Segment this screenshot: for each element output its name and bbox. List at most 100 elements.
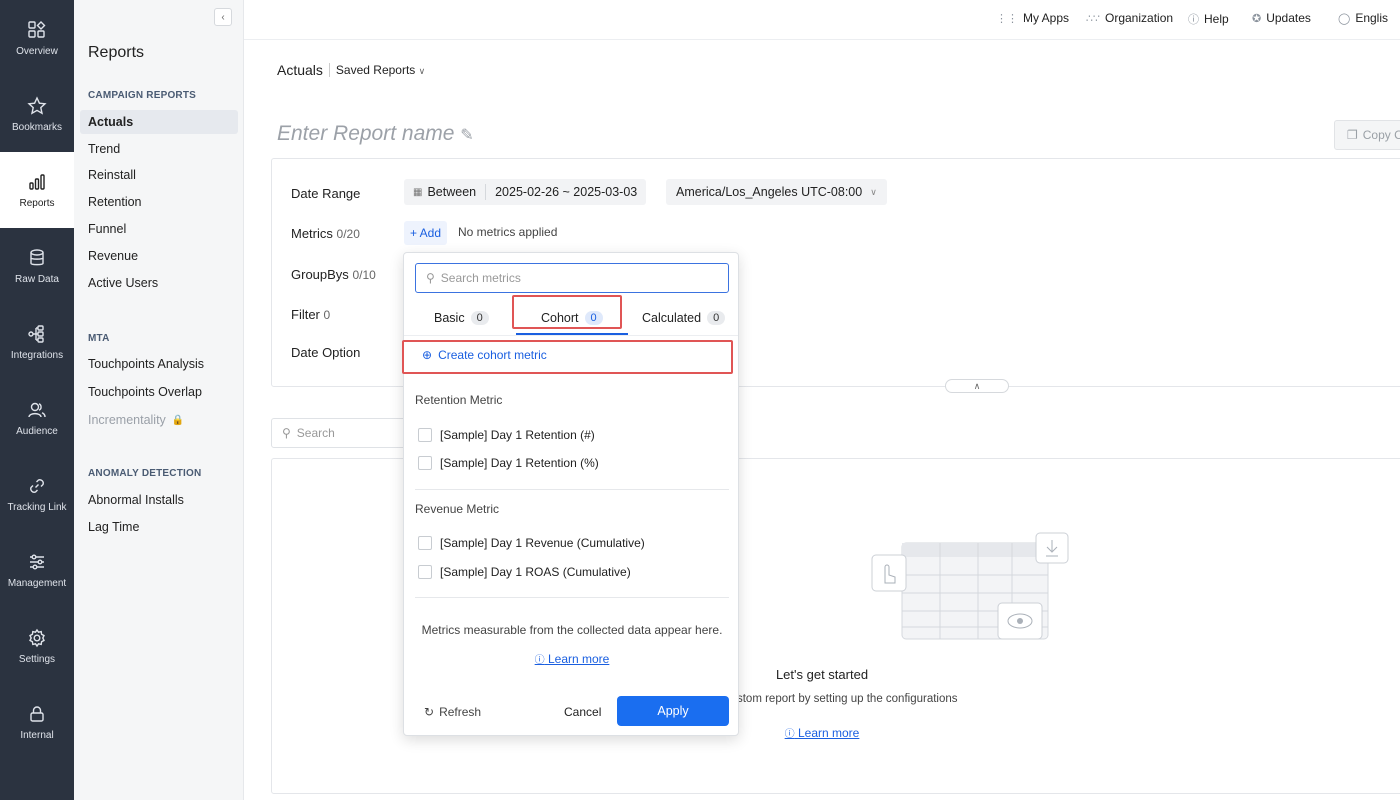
- organization-link[interactable]: ∴∵ Organization: [1086, 11, 1173, 25]
- nav-item-reinstall[interactable]: Reinstall: [80, 163, 238, 187]
- language-selector[interactable]: ◯ Englis: [1338, 11, 1388, 25]
- rail-item-raw-data[interactable]: Raw Data: [0, 228, 74, 304]
- date-range-label: Date Range: [291, 186, 361, 201]
- lock-icon: [30, 705, 44, 722]
- saved-reports-dropdown[interactable]: Saved Reports ∨: [336, 63, 425, 77]
- timezone-label: America/Los_Angeles UTC-08:00: [676, 185, 863, 199]
- gear-icon: [29, 628, 45, 647]
- revenue-metric-group-title: Revenue Metric: [415, 502, 500, 516]
- cohort-tab-highlight: [512, 295, 622, 329]
- metric-checkbox-item[interactable]: [Sample] Day 1 ROAS (Cumulative): [418, 565, 631, 579]
- rail-label: Audience: [16, 425, 58, 437]
- rail-label: Management: [7, 577, 67, 589]
- collapse-config-button[interactable]: ∧: [945, 379, 1009, 393]
- my-apps-label: My Apps: [1023, 11, 1070, 25]
- copy-button[interactable]: ❐ Copy C: [1334, 120, 1400, 150]
- cancel-button[interactable]: Cancel: [564, 705, 601, 719]
- nav-item-actuals[interactable]: Actuals: [80, 110, 238, 134]
- rail-label: Raw Data: [15, 273, 59, 285]
- nav-item-trend[interactable]: Trend: [80, 137, 238, 161]
- filter-count: 0: [323, 308, 331, 322]
- organization-icon: ∴∵: [1086, 12, 1100, 25]
- my-apps-link[interactable]: ⋮⋮ My Apps: [996, 11, 1069, 25]
- timezone-selector[interactable]: America/Los_Angeles UTC-08:00 ∨: [666, 179, 887, 205]
- updates-link[interactable]: ✪ Updates: [1252, 11, 1311, 25]
- nav-item-incrementality: Incrementality 🔒: [80, 408, 238, 432]
- report-search-input[interactable]: ⚲ Search: [271, 418, 411, 448]
- help-icon: ⓘ: [1188, 14, 1199, 26]
- report-name-field[interactable]: Enter Report name ✎: [277, 122, 474, 146]
- rail-item-audience[interactable]: Audience: [0, 380, 74, 456]
- search-icon: ⚲: [282, 426, 291, 440]
- rail-item-overview[interactable]: Overview: [0, 0, 74, 76]
- subnav-title: Reports: [88, 44, 145, 61]
- breadcrumb: Actuals Saved Reports ∨: [277, 62, 425, 78]
- nav-item-retention[interactable]: Retention: [80, 190, 238, 214]
- rail-item-integrations[interactable]: Integrations: [0, 304, 74, 380]
- metric-checkbox-item[interactable]: [Sample] Day 1 Retention (%): [418, 456, 599, 470]
- nav-item-touchpoints-analysis[interactable]: Touchpoints Analysis: [80, 352, 238, 376]
- help-link[interactable]: ⓘ Help: [1188, 11, 1229, 27]
- breadcrumb-current: Actuals: [277, 62, 323, 78]
- rail-label: Integrations: [10, 349, 64, 361]
- groupbys-label-text: GroupBys: [291, 267, 349, 282]
- nav-item-lag-time[interactable]: Lag Time: [80, 515, 238, 539]
- nav-item-revenue[interactable]: Revenue: [80, 244, 238, 268]
- metric-checkbox-item[interactable]: [Sample] Day 1 Revenue (Cumulative): [418, 536, 645, 550]
- add-metric-button[interactable]: + Add: [404, 221, 448, 245]
- checkbox[interactable]: [418, 428, 432, 442]
- rail-item-bookmarks[interactable]: Bookmarks: [0, 76, 74, 152]
- rail-item-reports[interactable]: Reports: [0, 152, 74, 228]
- groupbys-count: 0/10: [352, 268, 376, 282]
- refresh-label: Refresh: [439, 705, 482, 719]
- tab-basic[interactable]: Basic 0: [434, 307, 489, 329]
- rail-item-tracking-link[interactable]: Tracking Link: [0, 456, 74, 532]
- checkbox[interactable]: [418, 565, 432, 579]
- date-mode-selector[interactable]: ▦ Between: [404, 179, 485, 205]
- tab-calculated[interactable]: Calculated 0: [642, 307, 726, 329]
- tabs-divider: [404, 335, 738, 336]
- checkbox[interactable]: [418, 536, 432, 550]
- rail-item-management[interactable]: Management: [0, 532, 74, 608]
- integrations-icon: [28, 324, 44, 343]
- metrics-count: 0/20: [336, 227, 360, 241]
- nav-item-funnel[interactable]: Funnel: [80, 217, 238, 241]
- top-bar: ⋮⋮ My Apps ∴∵ Organization ⓘ Help ✪ Upda…: [244, 0, 1400, 40]
- help-label: Help: [1204, 12, 1229, 26]
- rail-label: Settings: [18, 653, 56, 665]
- metric-checkbox-item[interactable]: [Sample] Day 1 Retention (#): [418, 428, 595, 442]
- learn-more-label: Learn more: [797, 726, 860, 740]
- nav-item-active-users[interactable]: Active Users: [80, 271, 238, 295]
- metrics-label: Metrics 0/20: [291, 226, 360, 241]
- rail-item-internal[interactable]: Internal: [0, 684, 74, 760]
- retention-metric-group-title: Retention Metric: [415, 393, 503, 407]
- rail-label: Reports: [19, 197, 55, 209]
- refresh-button[interactable]: ↻ Refresh: [424, 705, 481, 719]
- metric-label: [Sample] Day 1 ROAS (Cumulative): [440, 565, 631, 579]
- checkbox[interactable]: [418, 456, 432, 470]
- tab-label: Basic: [434, 311, 465, 325]
- date-range-picker[interactable]: ▦ Between 2025-02-26 ~ 2025-03-03: [404, 179, 647, 205]
- filter-label-text: Filter: [291, 307, 320, 322]
- nav-item-touchpoints-overlap[interactable]: Touchpoints Overlap: [80, 380, 238, 404]
- tab-label: Calculated: [642, 311, 702, 325]
- apply-button[interactable]: Apply: [617, 696, 729, 726]
- breadcrumb-divider: [328, 63, 330, 77]
- popup-learn-more-link[interactable]: ⓘ Learn more: [404, 651, 740, 666]
- metrics-label-text: Metrics: [291, 226, 333, 241]
- chevron-down-icon: ∨: [870, 186, 877, 197]
- copy-icon: ❐: [1347, 128, 1358, 142]
- globe-icon: ◯: [1338, 12, 1351, 25]
- help-circle-icon: ⓘ: [534, 655, 545, 666]
- group-divider: [415, 597, 729, 598]
- metrics-dropdown-popup: ⚲ Search metrics Basic 0 Cohort 0 Calcul…: [402, 252, 740, 736]
- date-option-label: Date Option: [291, 345, 361, 360]
- date-range-value[interactable]: 2025-02-26 ~ 2025-03-03: [486, 179, 646, 205]
- rail-item-settings[interactable]: Settings: [0, 608, 74, 684]
- search-metrics-placeholder: Search metrics: [440, 271, 521, 285]
- audience-icon: [28, 402, 46, 417]
- nav-item-abnormal-installs[interactable]: Abnormal Installs: [80, 488, 238, 512]
- search-metrics-input[interactable]: ⚲ Search metrics: [415, 263, 729, 293]
- rail-label: Bookmarks: [11, 121, 62, 133]
- collapse-sidebar-button[interactable]: ‹: [214, 8, 232, 26]
